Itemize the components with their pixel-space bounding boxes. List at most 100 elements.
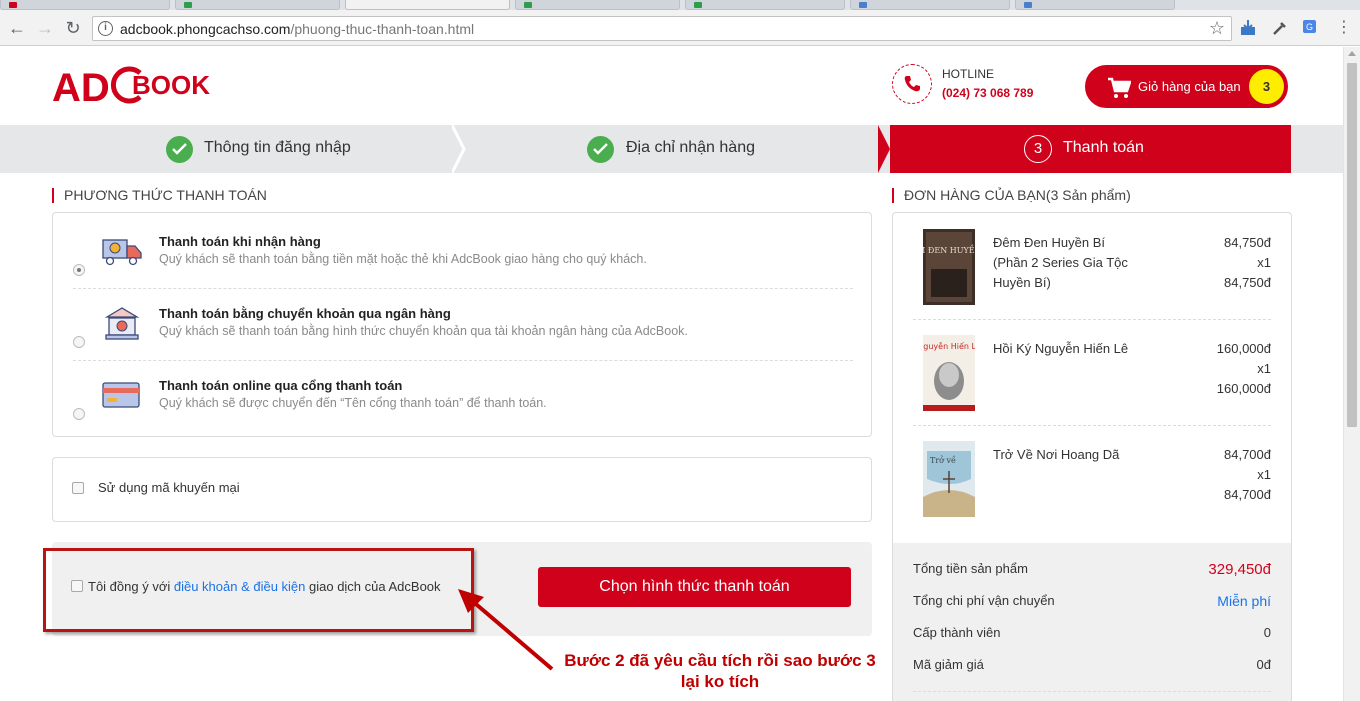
- choose-payment-button[interactable]: Chọn hình thức thanh toán: [538, 567, 851, 607]
- back-arrow-icon[interactable]: ←: [6, 17, 28, 39]
- unit-price: 160,000đ: [1216, 341, 1271, 356]
- reload-icon[interactable]: ↻: [62, 17, 84, 39]
- check-circle-icon: [587, 136, 614, 163]
- browser-tab-strip: [0, 0, 1360, 10]
- promo-code-box: Sử dụng mã khuyến mại: [52, 457, 872, 522]
- menu-icon[interactable]: ⋮: [1333, 17, 1355, 39]
- step-label: Thanh toán: [1063, 139, 1144, 156]
- browser-tab[interactable]: [850, 0, 1010, 10]
- cart-icon: [1108, 77, 1131, 98]
- scroll-up-arrow-icon[interactable]: [1348, 51, 1356, 56]
- info-icon[interactable]: i: [98, 21, 113, 36]
- quantity: x1: [1257, 467, 1271, 482]
- bookmark-star-icon[interactable]: ☆: [1209, 18, 1225, 39]
- total-label: Tổng chi phí vận chuyển: [913, 593, 1055, 608]
- discount-row: Mã giảm giá 0đ: [913, 657, 1271, 677]
- divider: [73, 288, 853, 289]
- browser-tab-active[interactable]: [345, 0, 510, 10]
- forward-arrow-icon[interactable]: →: [34, 17, 56, 39]
- shipping-row: Tổng chi phí vận chuyển Miễn phí: [913, 593, 1271, 613]
- check-circle-icon: [166, 136, 193, 163]
- line-total: 84,700đ: [1224, 487, 1271, 502]
- unit-price: 84,750đ: [1224, 235, 1271, 250]
- quantity: x1: [1257, 255, 1271, 270]
- promo-label[interactable]: Sử dụng mã khuyến mại: [98, 480, 240, 495]
- step-shipping-address[interactable]: Địa chỉ nhận hàng: [466, 125, 876, 173]
- order-item-name[interactable]: Trở Về Nơi Hoang Dã: [993, 445, 1143, 465]
- phone-icon: [892, 64, 932, 104]
- step-label: Thông tin đăng nhập: [204, 139, 351, 156]
- step-payment-active[interactable]: 3 Thanh toán: [878, 125, 1291, 173]
- hotline-number[interactable]: (024) 73 068 789: [942, 86, 1033, 100]
- payment-option-bank-transfer[interactable]: Thanh toán bằng chuyển khoản qua ngân hà…: [73, 306, 853, 376]
- translate-icon[interactable]: G: [1302, 18, 1322, 38]
- browser-tab[interactable]: [685, 0, 845, 10]
- cart-button[interactable]: Giỏ hàng của bạn 3: [1085, 65, 1288, 108]
- order-item-name[interactable]: Hồi Ký Nguyễn Hiến Lê: [993, 339, 1143, 359]
- payment-radio[interactable]: [73, 408, 85, 420]
- adcbook-logo[interactable]: AD BOOK: [52, 63, 212, 110]
- payment-option-title: Thanh toán bằng chuyển khoản qua ngân hà…: [159, 306, 451, 321]
- total-label: Mã giảm giá: [913, 657, 984, 672]
- order-item: Trở về Trở Về Nơi Hoang Dã 84,700đ x1 84…: [893, 425, 1291, 531]
- order-item-name[interactable]: Đêm Đen Huyền Bí (Phần 2 Series Gia Tộc …: [993, 233, 1143, 293]
- page-scrollbar[interactable]: [1343, 47, 1360, 701]
- payment-option-desc: Quý khách sẽ thanh toán bằng hình thức c…: [159, 324, 688, 338]
- payment-option-desc: Quý khách sẽ thanh toán bằng tiền mặt ho…: [159, 252, 647, 266]
- cover-title: ĐÊM ĐEN HUYỀN BÍ: [923, 245, 975, 255]
- divider: [73, 360, 853, 361]
- browser-tab[interactable]: [0, 0, 170, 10]
- browser-tab[interactable]: [1015, 0, 1175, 10]
- quantity: x1: [1257, 361, 1271, 376]
- step-number: 3: [1024, 135, 1052, 163]
- total-value: 329,450đ: [1208, 561, 1271, 578]
- browser-toolbar: ← → ↻ i adcbook.phongcachso.com/phuong-t…: [0, 10, 1360, 46]
- payment-option-desc: Quý khách sẽ được chuyển đến “Tên cổng t…: [159, 396, 547, 410]
- subtotal-row: Tổng tiền sản phẩm 329,450đ: [913, 561, 1271, 581]
- credit-card-icon: [102, 382, 140, 408]
- eyedropper-icon[interactable]: [1270, 18, 1290, 38]
- cover-title: Trở về: [930, 456, 956, 465]
- cover-title: Nguyễn Hiến Lê: [923, 341, 975, 351]
- annotation-text: Bước 2 đã yêu cầu tích rồi sao bước 3 lạ…: [540, 650, 900, 692]
- payment-option-title: Thanh toán online qua cổng thanh toán: [159, 378, 403, 393]
- cart-count-badge: 3: [1249, 69, 1284, 104]
- step-divider: [452, 125, 466, 173]
- payment-options: Thanh toán khi nhận hàng Quý khách sẽ th…: [52, 212, 872, 437]
- book-cover-image[interactable]: ĐÊM ĐEN HUYỀN BÍ: [923, 229, 975, 305]
- svg-text:G: G: [1306, 22, 1313, 32]
- bank-icon: [104, 307, 140, 340]
- payment-section-title: PHƯƠNG THỨC THANH TOÁN: [52, 188, 267, 203]
- payment-option-cod[interactable]: Thanh toán khi nhận hàng Quý khách sẽ th…: [73, 234, 853, 304]
- browser-tab[interactable]: [515, 0, 680, 10]
- checkout-steps: Thông tin đăng nhập Địa chỉ nhận hàng 3 …: [0, 125, 1343, 173]
- scrollbar-thumb[interactable]: [1347, 63, 1357, 427]
- step-login-info[interactable]: Thông tin đăng nhập: [0, 125, 455, 173]
- order-item: Nguyễn Hiến Lê Hồi Ký Nguyễn Hiến Lê 160…: [893, 319, 1291, 425]
- payment-radio[interactable]: [73, 336, 85, 348]
- order-item-price: 160,000đ x1 160,000đ: [1217, 339, 1271, 399]
- order-section-title: ĐƠN HÀNG CỦA BẠN(3 Sản phẩm): [892, 188, 1131, 203]
- payment-option-online-gateway[interactable]: Thanh toán online qua cổng thanh toán Qu…: [73, 378, 853, 448]
- payment-radio[interactable]: [73, 264, 85, 276]
- extension-download-icon[interactable]: [1238, 18, 1258, 38]
- step-notch: [878, 125, 890, 173]
- total-label: Tổng tiền sản phẩm: [913, 561, 1028, 576]
- order-item-price: 84,750đ x1 84,750đ: [1224, 233, 1271, 293]
- book-cover-image[interactable]: Nguyễn Hiến Lê: [923, 335, 975, 411]
- browser-tab[interactable]: [175, 0, 340, 10]
- total-value: Miễn phí: [1217, 593, 1271, 609]
- page-content: AD BOOK HOTLINE (024) 73 068 789 Giỏ hàn…: [0, 47, 1343, 701]
- promo-checkbox[interactable]: [72, 482, 84, 494]
- membership-row: Cấp thành viên 0: [913, 625, 1271, 645]
- annotation-line: lại ko tích: [680, 672, 760, 691]
- cart-label: Giỏ hàng của bạn: [1138, 79, 1241, 94]
- address-bar[interactable]: i adcbook.phongcachso.com/phuong-thuc-th…: [92, 16, 1232, 41]
- order-totals: Tổng tiền sản phẩm 329,450đ Tổng chi phí…: [893, 543, 1291, 701]
- hotline-label: HOTLINE: [942, 67, 995, 81]
- divider: [913, 691, 1271, 692]
- order-item: ĐÊM ĐEN HUYỀN BÍ Đêm Đen Huyền Bí (Phần …: [893, 213, 1291, 319]
- book-cover-image[interactable]: Trở về: [923, 441, 975, 517]
- order-item-price: 84,700đ x1 84,700đ: [1224, 445, 1271, 505]
- url-text: adcbook.phongcachso.com/phuong-thuc-than…: [120, 21, 475, 37]
